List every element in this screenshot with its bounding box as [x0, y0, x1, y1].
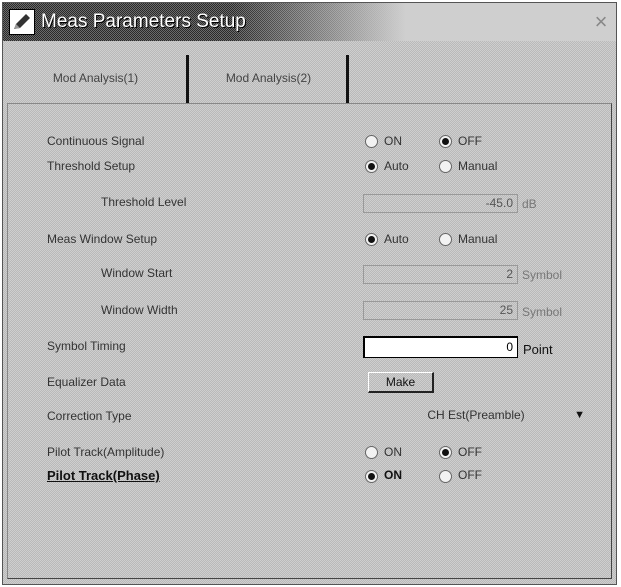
pilot-amplitude-on-label: ON	[384, 445, 402, 459]
symbol-timing-unit: Point	[523, 342, 553, 357]
meas-window-manual-radio[interactable]	[439, 233, 452, 246]
pilot-amplitude-off-radio[interactable]	[439, 446, 452, 459]
window-start-field[interactable]: 2	[363, 265, 518, 284]
pilot-track-amplitude-label: Pilot Track(Amplitude)	[47, 445, 165, 459]
pilot-phase-off-radio[interactable]	[439, 470, 452, 483]
tab-label: Mod Analysis(1)	[52, 71, 139, 85]
continuous-signal-on-radio[interactable]	[365, 135, 378, 148]
pilot-amplitude-off-label: OFF	[458, 445, 482, 459]
pilot-amplitude-on-radio[interactable]	[365, 446, 378, 459]
pilot-phase-off-label: OFF	[458, 468, 482, 482]
threshold-setup-auto-radio[interactable]	[365, 160, 378, 173]
settings-panel: Continuous Signal ON OFF Threshold Setup…	[7, 103, 612, 579]
window-width-unit: Symbol	[522, 305, 563, 319]
threshold-setup-auto-label: Auto	[384, 159, 409, 173]
meas-window-setup-label: Meas Window Setup	[47, 232, 158, 246]
title-bar: Meas Parameters Setup ×	[3, 3, 616, 41]
window-title: Meas Parameters Setup	[41, 11, 246, 32]
continuous-signal-on-label: ON	[384, 134, 402, 148]
tab-divider	[186, 55, 189, 103]
title-bar-gradient	[233, 3, 616, 41]
correction-type-value: CH Est(Preamble)	[427, 408, 525, 422]
equalizer-data-label: Equalizer Data	[47, 375, 126, 389]
threshold-setup-manual-radio[interactable]	[439, 160, 452, 173]
meas-window-auto-label: Auto	[384, 232, 409, 246]
continuous-signal-off-radio[interactable]	[439, 135, 452, 148]
symbol-timing-label: Symbol Timing	[47, 339, 126, 353]
threshold-level-field[interactable]: -45.0	[363, 194, 518, 213]
tab-divider	[346, 55, 349, 103]
symbol-timing-field[interactable]: 0	[363, 336, 518, 358]
meas-parameters-dialog: Meas Parameters Setup × Mod Analysis(1) …	[2, 2, 617, 585]
pilot-track-phase-label: Pilot Track(Phase)	[47, 468, 160, 483]
pencil-icon	[9, 9, 35, 35]
continuous-signal-label: Continuous Signal	[47, 134, 145, 148]
meas-window-auto-radio[interactable]	[365, 233, 378, 246]
pilot-phase-on-label: ON	[384, 468, 402, 482]
pilot-phase-on-radio[interactable]	[365, 470, 378, 483]
tab-label: Mod Analysis(2)	[225, 71, 312, 85]
tab-mod-analysis-1[interactable]: Mod Analysis(1)	[13, 55, 178, 101]
meas-window-manual-label: Manual	[458, 232, 498, 246]
window-start-unit: Symbol	[522, 268, 563, 282]
threshold-level-label: Threshold Level	[101, 195, 187, 209]
make-button[interactable]: Make	[368, 372, 434, 393]
window-width-label: Window Width	[101, 303, 178, 317]
tab-bar: Mod Analysis(1) Mod Analysis(2)	[3, 41, 616, 103]
tab-mod-analysis-2[interactable]: Mod Analysis(2)	[191, 55, 346, 101]
continuous-signal-off-label: OFF	[458, 134, 482, 148]
window-start-label: Window Start	[101, 266, 173, 280]
correction-type-label: Correction Type	[47, 409, 132, 423]
correction-type-select[interactable]: CH Est(Preamble) ▼	[363, 405, 589, 425]
threshold-setup-label: Threshold Setup	[47, 159, 136, 173]
threshold-setup-manual-label: Manual	[458, 159, 498, 173]
chevron-down-icon: ▼	[574, 409, 585, 421]
close-icon[interactable]: ×	[590, 11, 612, 33]
window-width-field[interactable]: 25	[363, 301, 518, 320]
threshold-level-unit: dB	[522, 197, 537, 211]
